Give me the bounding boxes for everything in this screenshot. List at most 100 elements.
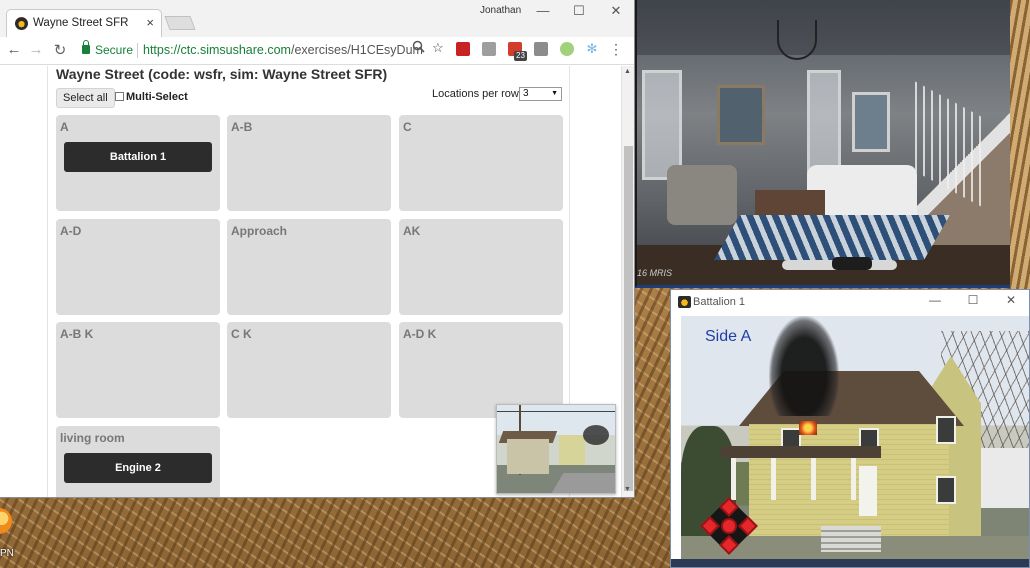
location-cell-a-b-k[interactable]: A-B K	[56, 322, 220, 418]
extension-g-icon[interactable]	[482, 42, 496, 56]
room-scene-image: 16 MRIS	[635, 0, 1010, 288]
minimize-button[interactable]: —	[530, 2, 556, 20]
secure-label: Secure	[95, 43, 134, 57]
location-label: Approach	[231, 224, 288, 238]
profile-name[interactable]: Jonathan	[480, 5, 521, 16]
battalion-window-titlebar: Battalion 1 — ☐ ✕	[671, 290, 1029, 314]
battalion-window: Battalion 1 — ☐ ✕ Side A	[670, 289, 1030, 568]
scroll-up-arrow-icon[interactable]: ▲	[624, 68, 631, 75]
extension-badge: 23	[514, 51, 527, 61]
zoom-icon[interactable]	[412, 40, 425, 56]
url-text: https://ctc.simsushare.com/exercises/H1C…	[143, 43, 423, 57]
select-all-button[interactable]: Select all	[56, 88, 115, 108]
browser-titlebar: Wayne Street SFR × Jonathan — ☐ ✕	[0, 0, 634, 37]
tab-title: Wayne Street SFR	[33, 17, 129, 29]
browser-tab-active[interactable]: Wayne Street SFR ×	[6, 9, 162, 37]
room-wall-picture-2	[852, 92, 890, 152]
scene-front-steps	[821, 526, 881, 552]
location-label: C K	[231, 327, 252, 341]
scene-window	[936, 416, 956, 444]
scene-thumbnail[interactable]	[496, 404, 616, 494]
extension-red-icon[interactable]	[456, 42, 470, 56]
location-label: A-B	[231, 120, 253, 134]
scrollbar-thumb[interactable]	[624, 146, 633, 491]
lock-icon	[82, 40, 90, 54]
unit-button-battalion-1[interactable]: Battalion 1	[64, 142, 212, 172]
scene-porch-roof	[721, 446, 881, 458]
battalion-maximize-button[interactable]: ☐	[961, 293, 985, 307]
location-cell-a[interactable]: A Battalion 1	[56, 115, 220, 211]
locations-per-row-value: 3	[523, 88, 529, 99]
maximize-button[interactable]: ☐	[566, 2, 592, 20]
scene-window	[936, 476, 956, 504]
fire-scene-view[interactable]: Side A	[681, 316, 1029, 559]
location-cell-approach[interactable]: Approach	[227, 219, 391, 315]
url-host: https://ctc.simsushare.com	[143, 43, 291, 57]
extension-snowflake-icon[interactable]: ✻	[585, 42, 599, 56]
battalion-window-title: Battalion 1	[693, 296, 745, 308]
browser-window: Wayne Street SFR × Jonathan — ☐ ✕ ← → ↻ …	[0, 0, 634, 497]
unit-button-engine-2[interactable]: Engine 2	[64, 453, 212, 483]
location-cell-a-d[interactable]: A-D	[56, 219, 220, 315]
locations-per-row-label: Locations per row:	[432, 88, 522, 100]
location-cell-c[interactable]: C	[399, 115, 563, 211]
location-label: living room	[60, 431, 125, 445]
navigation-control[interactable]	[699, 496, 759, 556]
address-bar[interactable]: Secure https://ctc.simsushare.com/exerci…	[76, 39, 451, 62]
nav-center-icon[interactable]	[721, 518, 737, 534]
location-label: A-D K	[403, 327, 437, 341]
room-ceiling	[637, 0, 1010, 55]
bookmark-star-icon[interactable]: ☆	[432, 40, 444, 56]
extension-face-icon[interactable]	[560, 42, 574, 56]
thumb-garage	[507, 439, 549, 474]
reload-icon[interactable]: ↻	[51, 41, 69, 59]
scene-front-door	[859, 466, 877, 516]
scene-neighbor-house	[976, 448, 1029, 508]
location-label: AK	[403, 224, 421, 238]
locations-per-row-select[interactable]: 3 ▼	[519, 87, 562, 101]
page-scrollbar[interactable]: ▲ ▼	[621, 66, 634, 497]
location-label: A-D	[60, 224, 82, 238]
scene-smoke	[769, 316, 839, 416]
select-caret-icon: ▼	[551, 90, 558, 97]
chrome-menu-icon[interactable]: ⋮	[609, 41, 623, 58]
location-cell-a-b[interactable]: A-B	[227, 115, 391, 211]
battalion-window-bottom	[671, 559, 1029, 567]
location-cell-ak[interactable]: AK	[399, 219, 563, 315]
room-window-left	[642, 70, 682, 180]
new-tab-button[interactable]	[164, 16, 196, 30]
multi-select-checkbox[interactable]	[115, 92, 124, 101]
room-armchair	[667, 165, 737, 225]
thumb-smoke	[583, 425, 609, 445]
page-title: Wayne Street (code: wsfr, sim: Wayne Str…	[56, 66, 388, 82]
thumb-road	[550, 473, 615, 493]
room-wall-picture	[717, 85, 765, 145]
chandelier	[777, 20, 817, 60]
room-window-center	[807, 70, 841, 180]
forward-icon[interactable]: →	[27, 41, 45, 58]
desktop-icon-label: PN	[0, 548, 14, 559]
scene-fire	[799, 421, 817, 435]
back-icon[interactable]: ←	[5, 41, 23, 58]
victim-torso	[832, 257, 872, 270]
location-label: A	[60, 120, 69, 134]
battalion-app-icon	[678, 296, 691, 308]
battalion-close-button[interactable]: ✕	[999, 293, 1023, 307]
location-cell-c-k[interactable]: C K	[227, 322, 391, 418]
page-content: Wayne Street (code: wsfr, sim: Wayne Str…	[47, 66, 570, 497]
close-window-button[interactable]: ✕	[603, 2, 629, 20]
simsushare-favicon-icon	[15, 17, 28, 30]
tab-close-icon[interactable]: ×	[146, 15, 154, 30]
browser-toolbar: ← → ↻ Secure https://ctc.simsushare.com/…	[0, 37, 634, 65]
url-path: /exercises/H1CEsyDum	[290, 43, 423, 57]
omnibox-divider	[137, 43, 138, 58]
image-credit: 16 MRIS	[637, 268, 673, 278]
extension-m-icon[interactable]	[534, 42, 548, 56]
battalion-minimize-button[interactable]: —	[923, 293, 947, 307]
location-label: A-B K	[60, 327, 94, 341]
scene-side-label: Side A	[705, 328, 752, 345]
location-label: C	[403, 120, 412, 134]
scroll-down-arrow-icon[interactable]: ▼	[624, 486, 631, 493]
location-cell-living-room[interactable]: living room Engine 2	[56, 426, 220, 497]
room-rug	[714, 215, 950, 260]
